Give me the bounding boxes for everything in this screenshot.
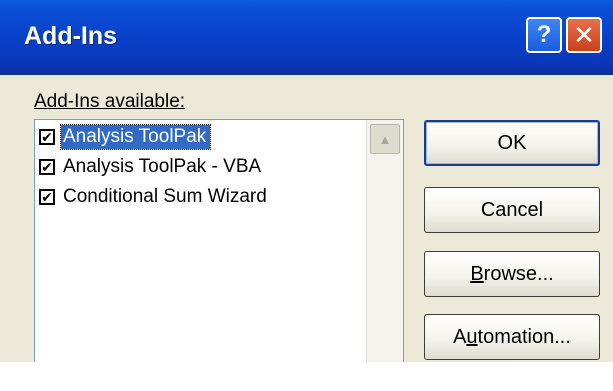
close-icon: ✕ — [573, 19, 595, 50]
add-ins-list[interactable]: ✔ Analysis ToolPak ✔ Analysis ToolPak - … — [34, 119, 404, 362]
browse-button[interactable]: Browse... — [424, 251, 600, 297]
add-ins-available-text: Add-Ins available: — [34, 91, 186, 112]
automation-label-start: A — [453, 325, 467, 348]
ok-button-label: OK — [497, 131, 527, 154]
help-icon: ? — [536, 21, 552, 48]
browse-button-label: Browse... — [470, 263, 553, 286]
arrow-up-icon: ▲ — [378, 131, 392, 147]
add-ins-dialog: Add-Ins ? ✕ Add-Ins available: ✔ Analysi… — [0, 0, 613, 362]
window-title: Add-Ins — [24, 22, 118, 50]
scroll-up-button[interactable]: ▲ — [370, 124, 400, 154]
checkbox-analysis-toolpak[interactable]: ✔ — [39, 129, 55, 145]
checkbox-analysis-toolpak-vba[interactable]: ✔ — [39, 159, 55, 175]
list-item-analysis-toolpak-vba[interactable]: ✔ Analysis ToolPak - VBA — [39, 154, 265, 180]
browse-label-rest: rowse... — [483, 262, 554, 285]
checkbox-conditional-sum-wizard[interactable]: ✔ — [39, 189, 55, 205]
cancel-button[interactable]: Cancel — [424, 187, 600, 233]
list-scrollbar[interactable]: ▲ — [366, 120, 403, 362]
automation-accelerator: u — [466, 325, 478, 348]
close-button[interactable]: ✕ — [566, 17, 602, 53]
automation-button-label: Automation... — [453, 326, 571, 349]
checkmark-icon: ✔ — [41, 189, 53, 205]
list-item-conditional-sum-wizard[interactable]: ✔ Conditional Sum Wizard — [39, 184, 271, 210]
checkmark-icon: ✔ — [41, 129, 53, 145]
list-item-label: Analysis ToolPak — [59, 124, 212, 150]
automation-button[interactable]: Automation... — [424, 314, 600, 360]
ok-button[interactable]: OK — [424, 120, 600, 166]
list-item-label: Conditional Sum Wizard — [63, 186, 267, 207]
checkmark-icon: ✔ — [41, 159, 53, 175]
automation-label-rest: tomation... — [477, 325, 571, 348]
list-item-analysis-toolpak[interactable]: ✔ Analysis ToolPak — [39, 124, 212, 150]
list-item-label: Analysis ToolPak - VBA — [63, 156, 262, 177]
help-button[interactable]: ? — [526, 17, 562, 53]
title-bar[interactable]: Add-Ins ? ✕ — [0, 0, 613, 75]
add-ins-available-label: Add-Ins available: — [34, 91, 185, 113]
cancel-button-label: Cancel — [480, 198, 544, 221]
browse-accelerator: B — [470, 262, 484, 285]
